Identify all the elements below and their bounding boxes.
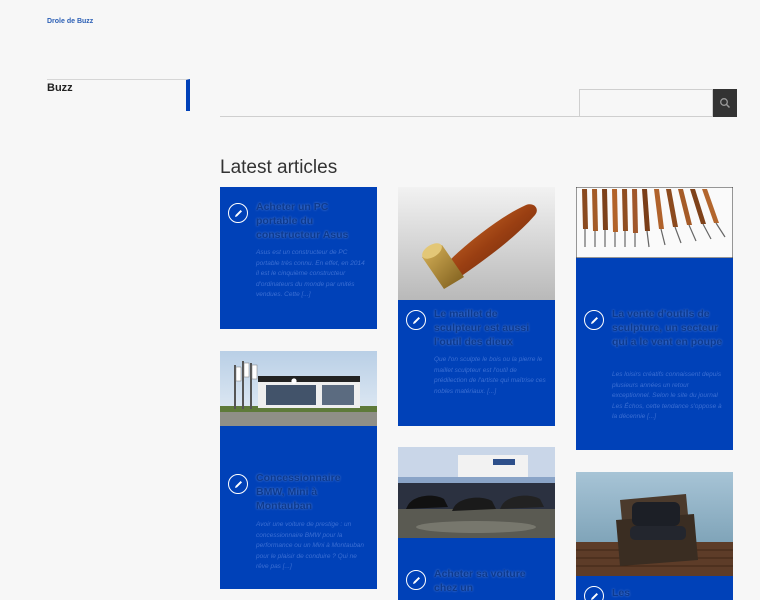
article-card-outils[interactable]: La vente d'outils de sculpture, un secte… — [576, 187, 733, 450]
article-title[interactable]: La vente d'outils de sculpture, un secte… — [612, 307, 724, 349]
pen-icon — [228, 203, 248, 223]
article-title[interactable]: Les — [612, 586, 724, 600]
pen-icon — [228, 474, 248, 494]
article-excerpt: Que l'on sculpte le bois ou la pierre le… — [434, 356, 546, 395]
article-card-asus[interactable]: Acheter un PC portable du constructeur A… — [220, 187, 377, 329]
sidebar-menu: Buzz — [47, 79, 190, 111]
pen-icon — [406, 310, 426, 330]
article-card-maillet[interactable]: Le maillet de sculpteur est aussi l'outi… — [398, 187, 555, 426]
article-excerpt: Avoir une voiture de prestige : un conce… — [256, 521, 365, 570]
sidebar-item-buzz[interactable]: Buzz — [47, 82, 73, 94]
site-title[interactable]: Drole de Buzz — [47, 18, 93, 25]
article-excerpt: Les loisirs créatifs connaissent depuis … — [612, 371, 722, 420]
search-input[interactable] — [579, 89, 713, 117]
article-image[interactable] — [398, 187, 555, 300]
article-card-fauteuil[interactable]: Les — [576, 472, 733, 600]
article-title[interactable]: Acheter un PC portable du constructeur A… — [256, 200, 366, 242]
pen-icon — [584, 310, 604, 330]
pen-icon — [406, 570, 426, 590]
article-image[interactable] — [576, 472, 733, 576]
article-title[interactable]: Acheter sa voiture chez un — [434, 567, 546, 595]
pen-icon — [584, 586, 604, 600]
article-title[interactable]: Le maillet de sculpteur est aussi l'outi… — [434, 307, 546, 349]
article-image[interactable] — [220, 351, 377, 426]
article-image[interactable] — [398, 447, 555, 538]
search-icon — [720, 98, 731, 109]
article-card-bmw[interactable]: Concessionnaire BMW, Mini à Montauban Av… — [220, 351, 377, 589]
article-excerpt: Asus est un constructeur de PC portable … — [256, 249, 365, 298]
search-button[interactable] — [713, 89, 737, 117]
article-image[interactable] — [576, 187, 733, 258]
section-title: Latest articles — [220, 157, 338, 178]
article-card-voiture[interactable]: Acheter sa voiture chez un — [398, 447, 555, 600]
article-title[interactable]: Concessionnaire BMW, Mini à Montauban — [256, 471, 368, 513]
